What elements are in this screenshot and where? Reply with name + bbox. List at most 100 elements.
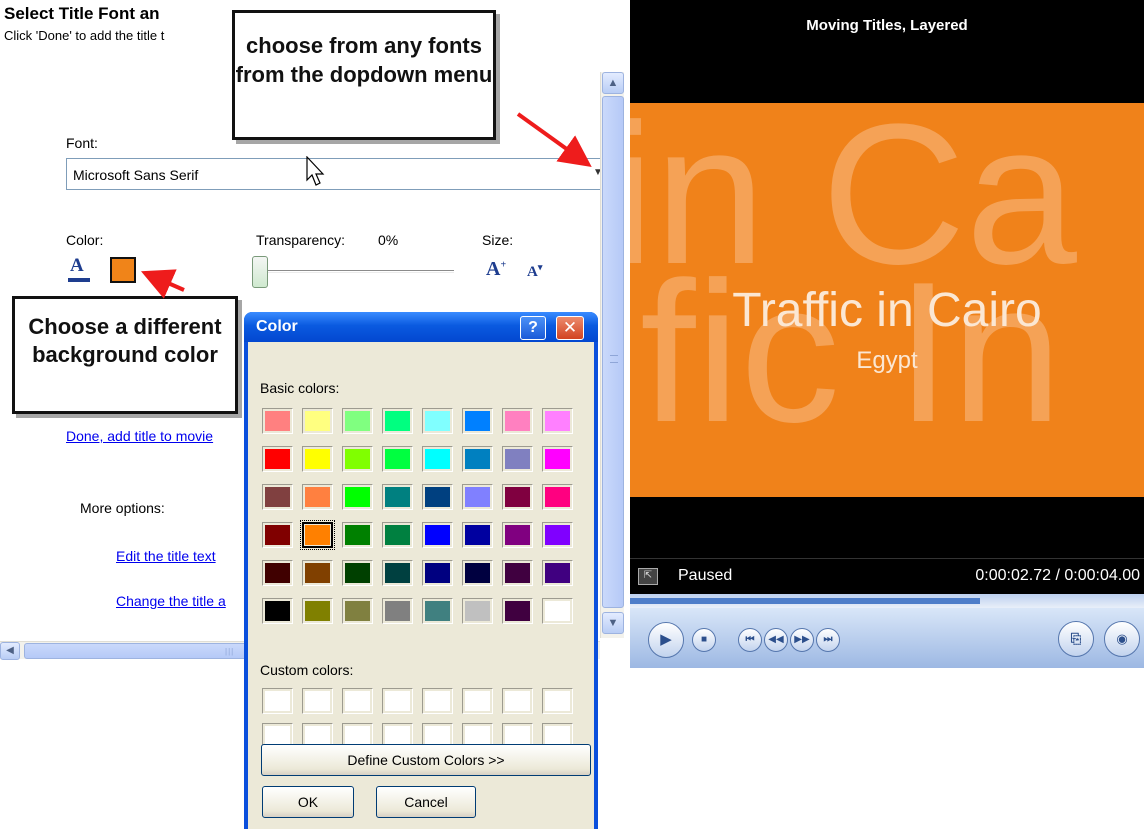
seek-bar[interactable] xyxy=(630,594,1144,608)
transparency-slider-track[interactable] xyxy=(258,270,454,273)
scroll-left-icon[interactable]: ◀ xyxy=(0,642,20,660)
text-color-icon[interactable]: A xyxy=(68,255,92,283)
basic-color-swatch[interactable] xyxy=(542,408,573,434)
basic-color-swatch[interactable] xyxy=(422,598,453,624)
cancel-button[interactable]: Cancel xyxy=(376,786,476,818)
basic-color-swatch[interactable] xyxy=(422,484,453,510)
size-label: Size: xyxy=(482,232,514,248)
ok-button[interactable]: OK xyxy=(262,786,354,818)
take-picture-button[interactable]: ◉ xyxy=(1104,621,1140,657)
custom-color-swatch[interactable] xyxy=(542,688,573,714)
basic-color-swatch[interactable] xyxy=(302,408,333,434)
custom-color-swatch[interactable] xyxy=(302,688,333,714)
basic-color-swatch[interactable] xyxy=(462,522,493,548)
basic-color-swatch[interactable] xyxy=(262,598,293,624)
basic-color-swatch[interactable] xyxy=(262,446,293,472)
basic-color-swatch[interactable] xyxy=(262,522,293,548)
transparency-slider-thumb[interactable] xyxy=(252,256,268,288)
basic-color-swatch[interactable] xyxy=(422,446,453,472)
custom-color-swatch[interactable] xyxy=(262,688,293,714)
custom-color-swatch[interactable] xyxy=(502,688,533,714)
close-button[interactable]: ✕ xyxy=(556,316,584,340)
font-label: Font: xyxy=(66,135,98,151)
basic-color-swatch[interactable] xyxy=(342,522,373,548)
done-add-title-link[interactable]: Done, add title to movie xyxy=(66,428,213,444)
basic-color-swatch[interactable] xyxy=(342,408,373,434)
define-custom-colors-button[interactable]: Define Custom Colors >> xyxy=(261,744,591,776)
basic-color-swatch[interactable] xyxy=(382,484,413,510)
basic-color-swatch[interactable] xyxy=(382,446,413,472)
basic-color-swatch[interactable] xyxy=(262,484,293,510)
basic-color-swatch[interactable] xyxy=(302,598,333,624)
basic-color-swatch[interactable] xyxy=(542,598,573,624)
help-button[interactable]: ? xyxy=(520,316,546,340)
basic-color-swatch[interactable] xyxy=(382,560,413,586)
font-dropdown[interactable]: Microsoft Sans Serif ▼ xyxy=(66,158,606,190)
color-dialog: Color ? ✕ Basic colors: Custom colors: D… xyxy=(244,312,598,829)
previous-button[interactable]: ⏮ xyxy=(738,628,762,652)
basic-color-swatch[interactable] xyxy=(342,560,373,586)
basic-color-swatch[interactable] xyxy=(542,446,573,472)
basic-color-swatch[interactable] xyxy=(542,484,573,510)
scroll-up-icon[interactable]: ▲ xyxy=(602,72,624,94)
custom-colors-grid xyxy=(262,688,582,749)
basic-color-swatch[interactable] xyxy=(462,598,493,624)
increase-size-icon[interactable]: A+ xyxy=(486,258,506,281)
pane-subtitle: Click 'Done' to add the title t xyxy=(4,28,165,43)
decrease-size-icon[interactable]: A▾ xyxy=(527,262,542,281)
basic-color-swatch[interactable] xyxy=(502,484,533,510)
basic-color-swatch[interactable] xyxy=(342,598,373,624)
basic-color-swatch[interactable] xyxy=(502,522,533,548)
basic-color-swatch[interactable] xyxy=(342,446,373,472)
custom-color-swatch[interactable] xyxy=(382,688,413,714)
basic-color-swatch[interactable] xyxy=(502,446,533,472)
basic-color-swatch[interactable] xyxy=(502,560,533,586)
dialog-title: Color xyxy=(256,318,298,335)
basic-color-swatch[interactable] xyxy=(502,598,533,624)
basic-color-swatch[interactable] xyxy=(382,522,413,548)
basic-color-swatch[interactable] xyxy=(342,484,373,510)
basic-color-swatch[interactable] xyxy=(262,560,293,586)
player-status-bar: ⇱ Paused 0:00:02.72 / 0:00:04.00 xyxy=(630,558,1144,594)
basic-color-swatch[interactable] xyxy=(542,522,573,548)
custom-color-swatch[interactable] xyxy=(422,688,453,714)
basic-color-swatch[interactable] xyxy=(462,408,493,434)
basic-color-swatch[interactable] xyxy=(422,560,453,586)
edit-title-text-link[interactable]: Edit the title text xyxy=(116,548,216,564)
basic-color-swatch[interactable] xyxy=(302,446,333,472)
basic-color-swatch[interactable] xyxy=(302,484,333,510)
font-dropdown-callout: choose from any fonts from the dopdown m… xyxy=(232,10,496,140)
color-label: Color: xyxy=(66,232,104,248)
custom-color-swatch[interactable] xyxy=(342,688,373,714)
dialog-body: Basic colors: Custom colors: Define Cust… xyxy=(248,342,594,829)
play-button[interactable]: ▶ xyxy=(648,622,684,658)
basic-color-swatch[interactable] xyxy=(502,408,533,434)
basic-color-swatch[interactable] xyxy=(262,408,293,434)
basic-color-swatch[interactable] xyxy=(462,484,493,510)
split-clip-button[interactable]: ⎘ xyxy=(1058,621,1094,657)
more-options-label: More options: xyxy=(80,500,165,516)
dialog-title-bar[interactable]: Color ? ✕ xyxy=(244,312,598,342)
basic-color-swatch[interactable] xyxy=(542,560,573,586)
basic-color-swatch[interactable] xyxy=(382,408,413,434)
stop-button[interactable]: ■ xyxy=(692,628,716,652)
basic-color-swatch[interactable] xyxy=(382,598,413,624)
background-color-swatch[interactable] xyxy=(110,257,136,283)
custom-color-swatch[interactable] xyxy=(462,688,493,714)
basic-color-swatch[interactable] xyxy=(462,560,493,586)
fast-forward-button[interactable]: ▶▶ xyxy=(790,628,814,652)
vertical-scrollbar[interactable]: ▲ ▼ xyxy=(600,72,624,638)
basic-color-swatch[interactable] xyxy=(300,520,335,550)
expand-icon[interactable]: ⇱ xyxy=(638,568,658,585)
next-button[interactable]: ⏭ xyxy=(816,628,840,652)
rewind-button[interactable]: ◀◀ xyxy=(764,628,788,652)
basic-color-swatch[interactable] xyxy=(462,446,493,472)
scroll-down-icon[interactable]: ▼ xyxy=(602,612,624,634)
basic-color-swatch[interactable] xyxy=(302,560,333,586)
playback-status: Paused xyxy=(678,567,733,584)
vertical-scroll-thumb[interactable] xyxy=(602,96,624,608)
basic-color-swatch[interactable] xyxy=(422,408,453,434)
mouse-cursor-icon xyxy=(306,156,325,186)
basic-color-swatch[interactable] xyxy=(422,522,453,548)
change-title-link[interactable]: Change the title a xyxy=(116,593,226,609)
